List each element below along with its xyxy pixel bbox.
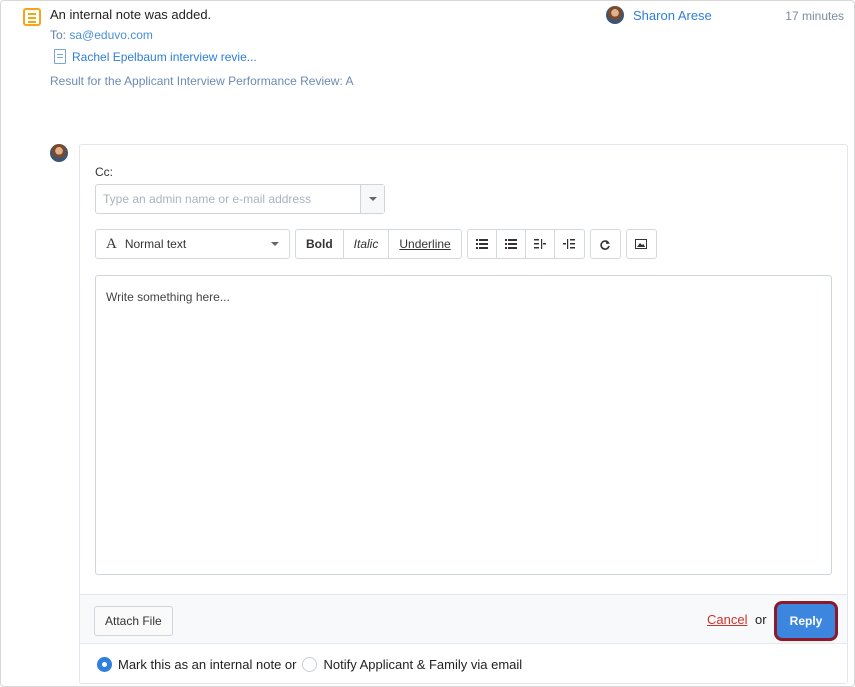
cc-label: Cc: bbox=[95, 165, 113, 179]
internal-note-radio[interactable] bbox=[97, 657, 112, 672]
text-style-select[interactable]: A Normal text bbox=[96, 230, 289, 258]
user-avatar bbox=[50, 144, 68, 162]
note-recipient: To: sa@eduvo.com bbox=[50, 28, 153, 42]
italic-button[interactable]: Italic bbox=[344, 230, 390, 258]
to-email: sa@eduvo.com bbox=[69, 28, 153, 42]
editor-placeholder: Write something here... bbox=[106, 290, 230, 304]
author-name[interactable]: Sharon Arese bbox=[633, 8, 712, 23]
list-format-group bbox=[466, 229, 585, 259]
text-style-icon: A bbox=[106, 235, 117, 252]
user-avatar bbox=[606, 6, 624, 24]
bulleted-list-button[interactable] bbox=[468, 230, 497, 258]
cc-input[interactable] bbox=[96, 185, 360, 213]
attachment-link[interactable]: Rachel Epelbaum interview revie... bbox=[54, 49, 257, 64]
message-editor[interactable]: Write something here... bbox=[95, 275, 832, 575]
reply-composer: Cc: A Normal text Bold Italic Unde bbox=[79, 144, 848, 684]
notify-radio[interactable] bbox=[302, 657, 318, 672]
to-label: To: bbox=[50, 28, 67, 42]
cancel-link[interactable]: Cancel bbox=[707, 612, 747, 627]
redo-icon bbox=[600, 239, 610, 250]
note-thread: An internal note was added. To: sa@eduvo… bbox=[0, 0, 855, 687]
bulleted-list-icon bbox=[475, 239, 488, 249]
note-title: An internal note was added. bbox=[50, 7, 212, 22]
numbered-list-button[interactable] bbox=[497, 230, 526, 258]
redo-button[interactable] bbox=[591, 230, 620, 258]
note-timestamp: 17 minutes bbox=[785, 9, 844, 23]
attach-file-button[interactable]: Attach File bbox=[94, 606, 173, 636]
indent-icon bbox=[563, 239, 576, 249]
indent-button[interactable] bbox=[555, 230, 584, 258]
underline-button[interactable]: Underline bbox=[389, 230, 460, 258]
formatting-toolbar: A Normal text Bold Italic Underline bbox=[95, 229, 657, 261]
chevron-down-icon bbox=[271, 242, 279, 246]
internal-note-label[interactable]: Mark this as an internal note or bbox=[118, 657, 296, 672]
insert-image-button[interactable] bbox=[627, 230, 656, 258]
redo-group bbox=[589, 229, 621, 259]
outdent-icon bbox=[533, 239, 546, 249]
inline-format-group: Bold Italic Underline bbox=[295, 229, 462, 259]
composer-footer: Attach File Cancel or Reply bbox=[80, 594, 847, 644]
reply-button[interactable]: Reply bbox=[777, 604, 835, 638]
text-style-group: A Normal text bbox=[95, 229, 290, 259]
or-label: or bbox=[755, 612, 767, 627]
numbered-list-icon bbox=[504, 239, 517, 249]
notify-label[interactable]: Notify Applicant & Family via email bbox=[323, 657, 522, 672]
attachment-name[interactable]: Rachel Epelbaum interview revie... bbox=[72, 50, 257, 64]
review-result: Result for the Applicant Interview Perfo… bbox=[50, 74, 354, 88]
cc-dropdown-button[interactable] bbox=[360, 185, 384, 213]
document-icon bbox=[54, 49, 66, 64]
note-visibility-options: Mark this as an internal note or Notify … bbox=[97, 657, 522, 672]
note-author[interactable]: Sharon Arese bbox=[606, 6, 712, 24]
outdent-button[interactable] bbox=[526, 230, 555, 258]
bold-button[interactable]: Bold bbox=[296, 230, 344, 258]
chevron-down-icon bbox=[368, 197, 377, 201]
image-icon bbox=[635, 239, 648, 249]
note-icon bbox=[23, 8, 41, 26]
text-style-value: Normal text bbox=[124, 237, 187, 251]
cc-field[interactable] bbox=[95, 184, 385, 214]
image-group bbox=[625, 229, 657, 259]
